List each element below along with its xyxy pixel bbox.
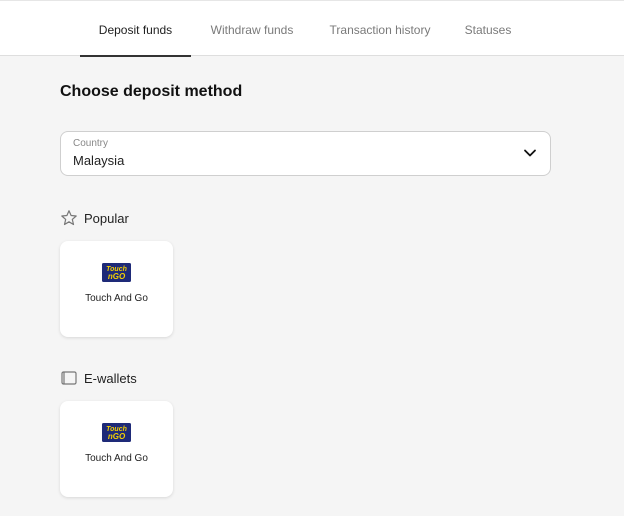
payment-method-card[interactable]: Touch nGO Touch And Go [60, 241, 173, 337]
payment-method-name: Touch And Go [85, 293, 148, 304]
country-value: Malaysia [73, 153, 125, 168]
svg-text:nGO: nGO [108, 272, 126, 281]
section-title: Popular [84, 210, 129, 226]
payment-method-name: Touch And Go [85, 453, 148, 464]
payment-method-card[interactable]: Touch nGO Touch And Go [60, 401, 173, 497]
touch-n-go-logo: Touch nGO [102, 423, 131, 442]
tab-transaction-history[interactable]: Transaction history [320, 1, 440, 56]
star-icon [61, 210, 77, 226]
touch-n-go-logo: Touch nGO [102, 263, 131, 282]
svg-text:nGO: nGO [108, 432, 126, 441]
page-title: Choose deposit method [60, 83, 243, 100]
top-navigation: Deposit funds Withdraw funds Transaction… [0, 0, 624, 57]
tab-statuses[interactable]: Statuses [452, 1, 524, 56]
section-title: E-wallets [84, 370, 137, 386]
section-popular: Popular [60, 208, 129, 228]
country-label: Country [73, 138, 109, 149]
country-select[interactable]: Country Malaysia [60, 131, 551, 176]
tab-withdraw-funds[interactable]: Withdraw funds [196, 1, 308, 56]
wallet-icon [61, 371, 77, 385]
tab-deposit-funds[interactable]: Deposit funds [80, 1, 191, 57]
chevron-down-icon [524, 149, 536, 157]
section-e-wallets: E-wallets [60, 368, 137, 388]
